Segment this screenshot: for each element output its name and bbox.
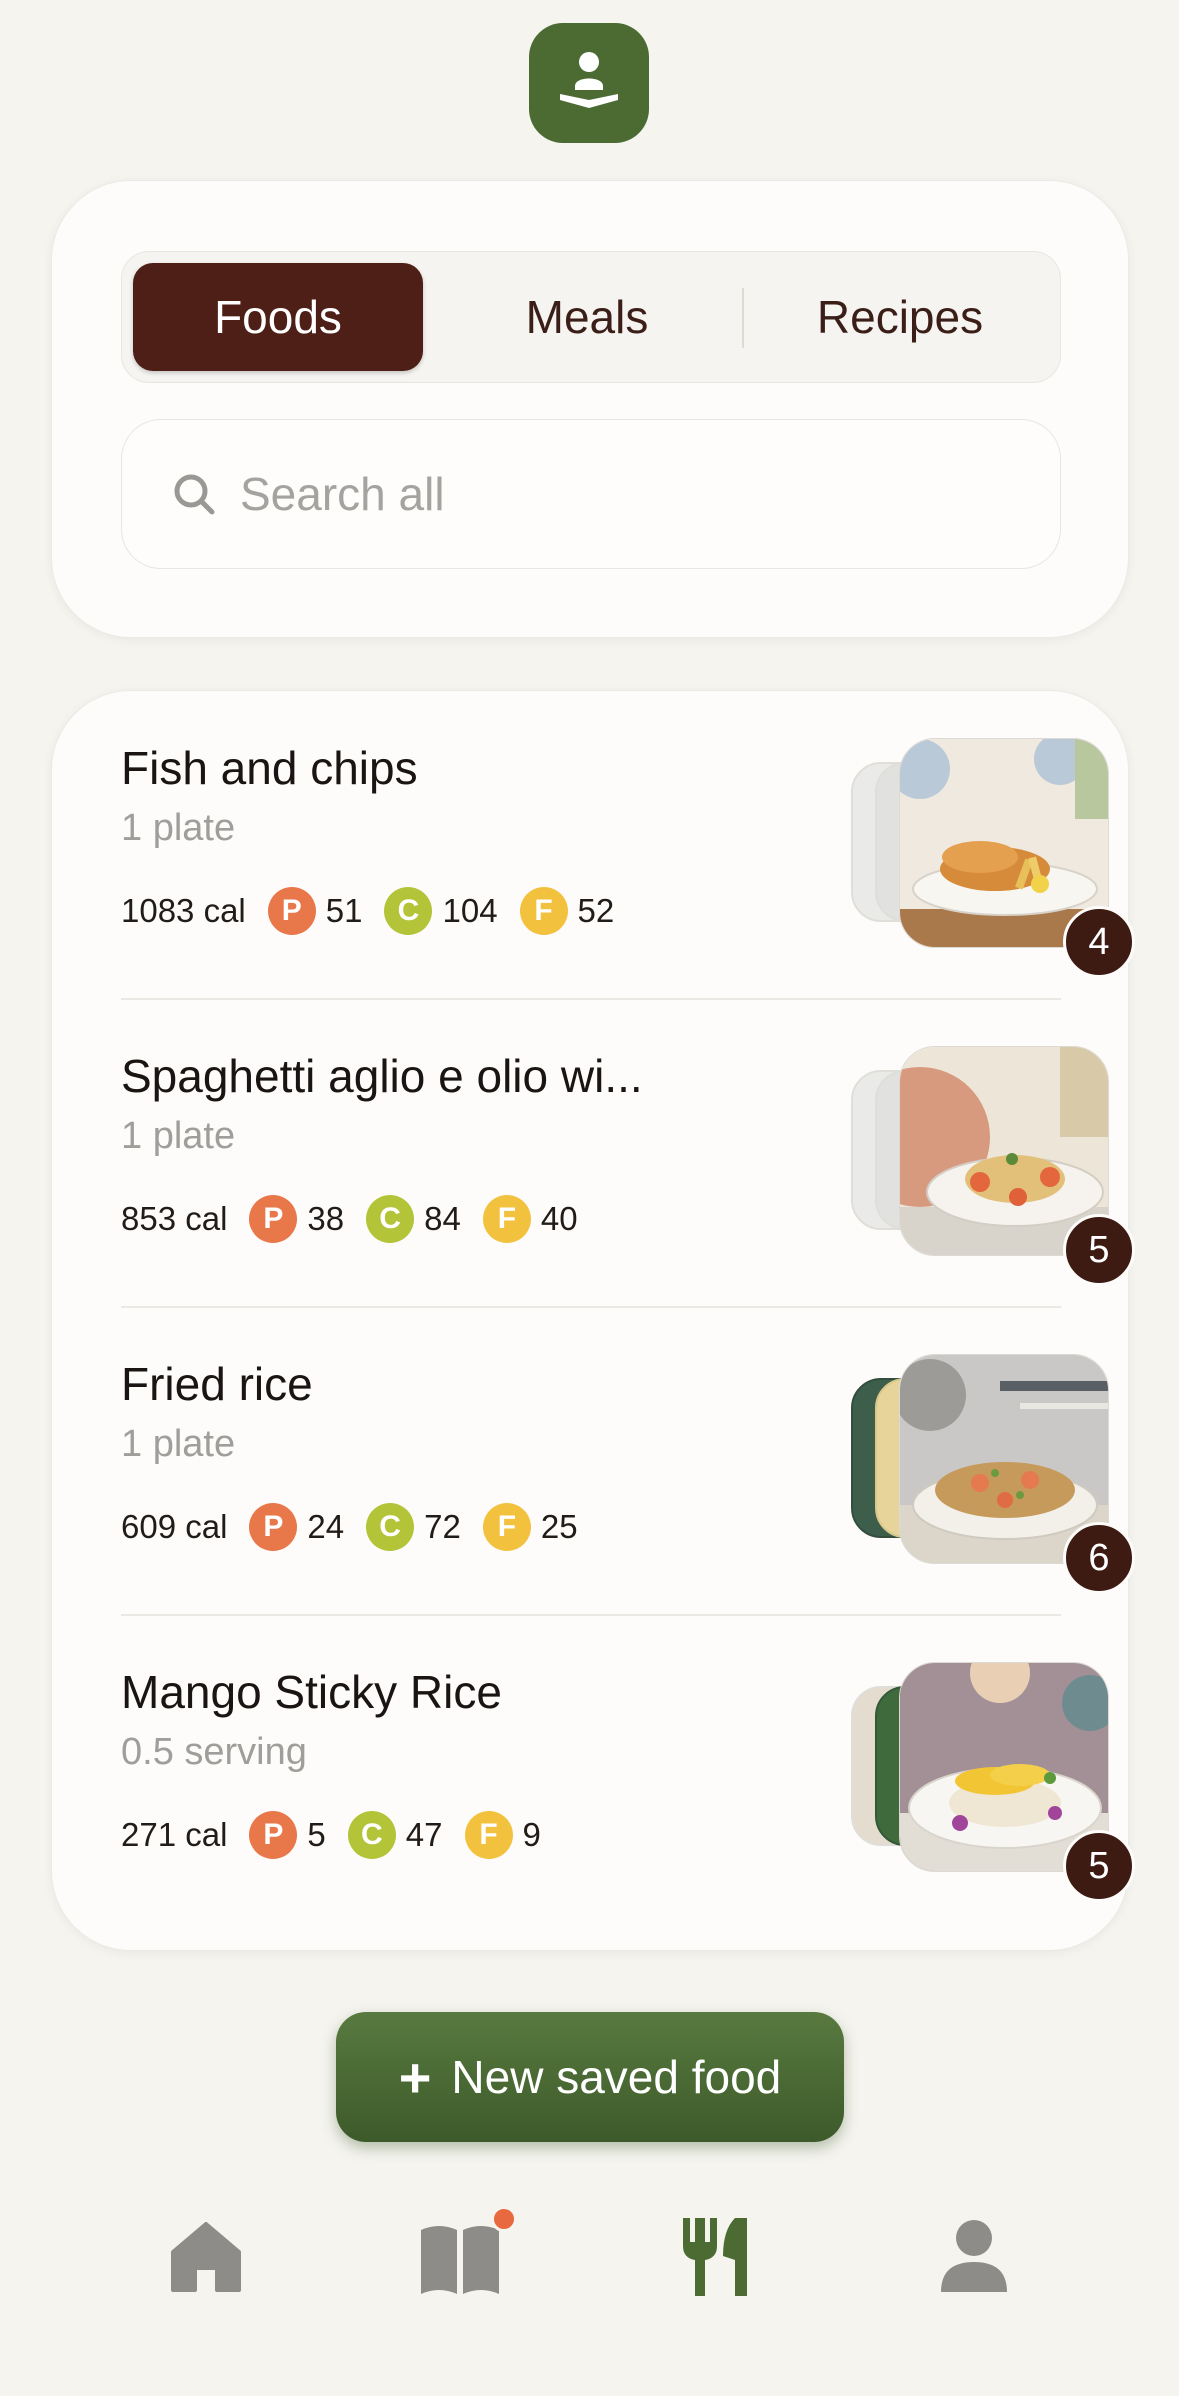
item-title: Fish and chips: [121, 742, 418, 794]
tab-foods[interactable]: Foods: [133, 263, 423, 371]
item-serving: 1 plate: [121, 807, 236, 849]
fat-value: 25: [540, 1508, 578, 1545]
item-title: Spaghetti aglio e olio wi...: [121, 1050, 643, 1102]
carbs-value: 72: [424, 1508, 461, 1545]
item-serving: 1 plate: [121, 1423, 236, 1465]
search-input[interactable]: [240, 467, 940, 521]
protein-value: 5: [307, 1816, 326, 1853]
protein-badge: P: [267, 887, 316, 935]
protein-value: 24: [307, 1508, 345, 1545]
carbs-value: 84: [424, 1200, 461, 1237]
protein-badge: P: [249, 1811, 298, 1859]
filter-card: Foods Meals Recipes: [51, 180, 1129, 638]
profile-icon[interactable]: [929, 2210, 1019, 2300]
photo-count-badge: 6: [1063, 1522, 1135, 1594]
macro-row: 853 cal P 38 C 84 F 40: [121, 1195, 600, 1243]
fat-badge: F: [482, 1503, 531, 1551]
item-title: Fried rice: [121, 1358, 313, 1410]
carbs-badge: C: [347, 1811, 396, 1859]
fat-value: 52: [577, 892, 615, 929]
protein-badge: P: [249, 1195, 298, 1243]
segment-divider: [742, 288, 744, 348]
tab-bar: [0, 2200, 1179, 2300]
carbs-value: 47: [405, 1816, 443, 1853]
carbs-badge: C: [384, 887, 433, 935]
list-item[interactable]: Fish and chips 1 plate 1083 cal P 51 C 1…: [121, 691, 1135, 998]
calories: 271 cal: [121, 1816, 228, 1853]
photo-stack[interactable]: 5: [851, 1662, 1135, 1902]
search-field[interactable]: [121, 419, 1061, 569]
item-serving: 0.5 serving: [121, 1731, 307, 1773]
protein-badge: P: [249, 1503, 298, 1551]
fat-value: 40: [540, 1200, 578, 1237]
photo-stack[interactable]: 6: [851, 1354, 1135, 1594]
photo-count-badge: 5: [1063, 1830, 1135, 1902]
calories: 1083 cal: [121, 892, 246, 929]
library-tab[interactable]: [415, 2206, 517, 2300]
carbs-badge: C: [366, 1195, 415, 1243]
list-item[interactable]: Fried rice 1 plate 609 cal P 24 C 72 F 2…: [121, 1307, 1135, 1614]
notification-dot: [491, 2206, 517, 2232]
fat-badge: F: [464, 1811, 513, 1859]
item-serving: 1 plate: [121, 1115, 236, 1157]
fat-badge: F: [519, 887, 568, 935]
calories: 853 cal: [121, 1200, 228, 1237]
calories: 609 cal: [121, 1508, 228, 1545]
new-saved-food-label: New saved food: [451, 2051, 782, 2103]
macro-row: 271 cal P 5 C 47 F 9: [121, 1811, 563, 1859]
plus-icon: +: [398, 2045, 432, 2109]
search-icon: [174, 474, 215, 515]
carbs-value: 104: [442, 892, 498, 929]
new-saved-food-button[interactable]: + New saved food: [336, 2012, 844, 2142]
protein-value: 38: [307, 1200, 345, 1237]
segmented-control: Foods Meals Recipes: [121, 251, 1061, 383]
photo-stack[interactable]: 4: [851, 738, 1135, 978]
utensils-icon[interactable]: [673, 2210, 763, 2300]
home-icon[interactable]: [161, 2210, 251, 2300]
carbs-badge: C: [366, 1503, 415, 1551]
fat-badge: F: [482, 1195, 531, 1243]
saved-foods-list: Fish and chips 1 plate 1083 cal P 51 C 1…: [51, 690, 1135, 1951]
reader-book-icon: [560, 52, 618, 108]
fat-value: 9: [522, 1816, 541, 1853]
photo-count-badge: 5: [1063, 1214, 1135, 1286]
list-item[interactable]: Mango Sticky Rice 0.5 serving 271 cal P …: [121, 1615, 1135, 1922]
tab-meals[interactable]: Meals: [442, 263, 732, 371]
item-title: Mango Sticky Rice: [121, 1666, 502, 1718]
macro-row: 1083 cal P 51 C 104 F 52: [121, 887, 636, 935]
tab-recipes[interactable]: Recipes: [750, 263, 1050, 371]
macro-row: 609 cal P 24 C 72 F 25: [121, 1503, 600, 1551]
app-logo: [529, 23, 649, 143]
list-item[interactable]: Spaghetti aglio e olio wi... 1 plate 853…: [121, 999, 1135, 1306]
photo-stack[interactable]: 5: [851, 1046, 1135, 1286]
photo-count-badge: 4: [1063, 906, 1135, 978]
protein-value: 51: [325, 892, 363, 929]
